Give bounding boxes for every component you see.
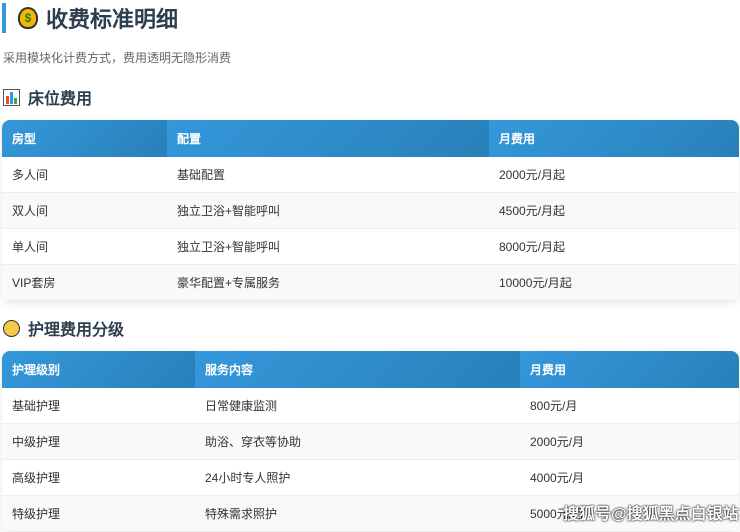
- table-cell: 日常健康监测: [205, 399, 278, 413]
- table-cell: 2000元/月起: [499, 168, 566, 182]
- table-row: 单人间 独立卫浴+智能呼叫 8000元/月起: [2, 229, 739, 265]
- page-title-text: 收费标准明细: [46, 7, 179, 32]
- elderly-face-icon: [3, 319, 20, 337]
- table-cell: 独立卫浴+智能呼叫: [167, 192, 489, 229]
- table-cell: 中级护理: [2, 423, 195, 460]
- column-header: 配置: [167, 120, 489, 157]
- page-title: $ 收费标准明细: [2, 3, 178, 33]
- column-header: 房型: [2, 120, 167, 157]
- care-heading: 护理费用分级: [3, 316, 124, 340]
- table-cell: 8000元/月起: [499, 240, 566, 254]
- bar-chart-icon: [3, 88, 20, 106]
- table-cell: 4500元/月起: [489, 192, 739, 229]
- table-cell: 4000元/月: [530, 471, 585, 485]
- column-header: 护理级别: [2, 351, 195, 388]
- bed-heading-text: 床位费用: [28, 91, 93, 108]
- table-row: 高级护理 24小时专人照护 4000元/月: [2, 460, 739, 496]
- column-header: 月费用: [489, 120, 739, 157]
- watermark: 搜狐号@搜狐黑点白银站: [563, 506, 739, 523]
- table-cell: 特殊需求照护: [195, 495, 520, 532]
- table-cell: 800元/月: [530, 399, 578, 413]
- table-cell: 多人间: [12, 168, 49, 182]
- table-cell: 基础配置: [177, 168, 226, 182]
- table-cell: 基础护理: [12, 399, 61, 413]
- table-cell: 特级护理: [2, 495, 195, 532]
- table-cell: 双人间: [2, 192, 167, 229]
- table-row: 双人间 独立卫浴+智能呼叫 4500元/月起: [2, 192, 739, 229]
- table-cell: 2000元/月: [520, 423, 739, 460]
- table-cell: 高级护理: [12, 471, 61, 485]
- bed-fee-table: 房型 配置 月费用 多人间 基础配置 2000元/月起 双人间 独立卫浴+智能呼叫 4500元…: [2, 120, 739, 301]
- table-row: 基础护理 日常健康监测 800元/月: [2, 388, 739, 424]
- column-header: 服务内容: [195, 351, 520, 388]
- table-cell: 10000元/月起: [489, 264, 739, 301]
- table-row: VIP套房 豪华配置+专属服务 10000元/月起: [2, 264, 739, 301]
- table-cell: 豪华配置+专属服务: [167, 264, 489, 301]
- table-cell: 独立卫浴+智能呼叫: [177, 240, 281, 254]
- table-cell: 24小时专人照护: [205, 471, 291, 485]
- table-row: 中级护理 助浴、穿衣等协助 2000元/月: [2, 423, 739, 460]
- bed-heading: 床位费用: [3, 85, 92, 109]
- subtitle: 采用模块化计费方式，费用透明无隐形消费: [3, 51, 232, 65]
- table-cell: 助浴、穿衣等协助: [195, 423, 520, 460]
- table-cell: VIP套房: [2, 264, 167, 301]
- column-header: 月费用: [520, 351, 739, 388]
- care-heading-text: 护理费用分级: [28, 322, 125, 339]
- table-row: 多人间 基础配置 2000元/月起: [2, 157, 739, 193]
- money-bag-icon: $: [18, 7, 38, 29]
- table-cell: 单人间: [12, 240, 49, 254]
